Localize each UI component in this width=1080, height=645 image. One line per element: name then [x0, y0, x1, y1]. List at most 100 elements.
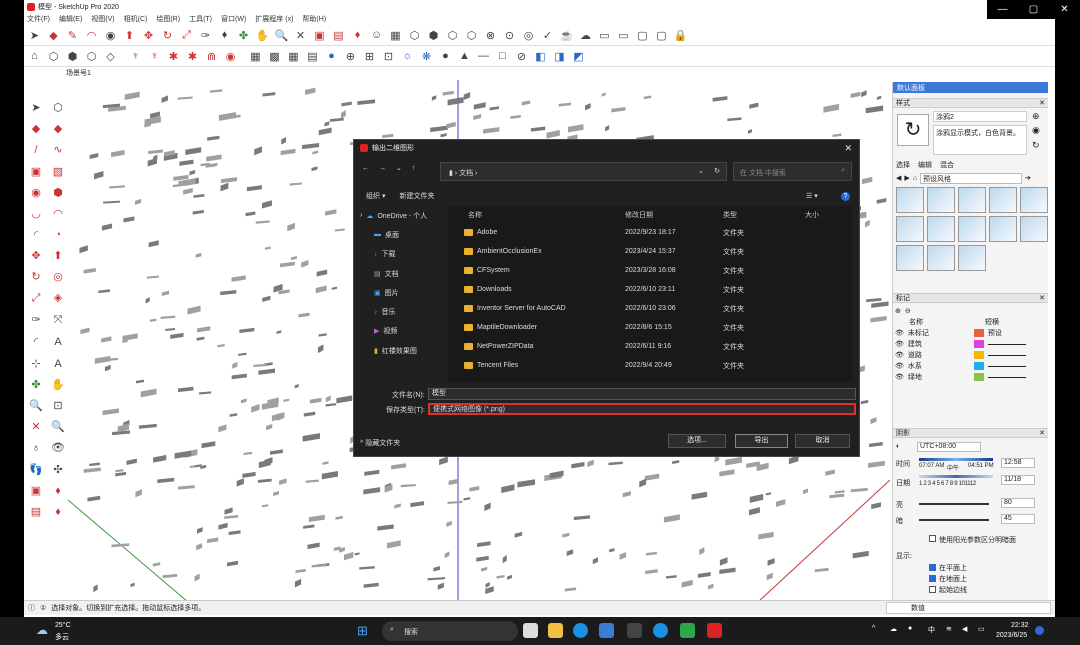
- pan-icon[interactable]: ✋: [254, 27, 271, 44]
- zoom-extents-icon[interactable]: ✕: [292, 27, 309, 44]
- view-options-icon[interactable]: ☰ ▾: [806, 192, 818, 200]
- from-edges-checkbox[interactable]: [929, 586, 936, 593]
- export-c-icon[interactable]: ◩: [570, 48, 587, 65]
- xray-icon[interactable]: ⊗: [482, 27, 499, 44]
- top-view-icon[interactable]: ⬢: [425, 27, 442, 44]
- clock-time[interactable]: 22:32: [1011, 622, 1029, 629]
- minimize-button[interactable]: —: [987, 0, 1018, 19]
- wifi-icon[interactable]: ≋: [946, 625, 952, 633]
- visibility-eye-icon[interactable]: 👁: [895, 329, 904, 337]
- search-input[interactable]: 在 文档 中搜索 ⌕: [733, 162, 852, 181]
- fog-icon[interactable]: ❋: [418, 48, 435, 65]
- add-tag-icon[interactable]: ⊕: [895, 307, 901, 315]
- sun-icon[interactable]: ☼: [399, 48, 416, 65]
- style-update-icon[interactable]: ◉: [1032, 125, 1040, 136]
- volume-icon[interactable]: ◀: [962, 625, 967, 633]
- zoom-tool-icon[interactable]: 🔍: [26, 396, 46, 415]
- style-thumb[interactable]: [989, 187, 1017, 213]
- nav-pictures[interactable]: ▣ 图片: [354, 283, 446, 302]
- tool-e-icon[interactable]: ⋒: [203, 48, 220, 65]
- weather-temp[interactable]: 25°C: [55, 622, 71, 629]
- edge-icon[interactable]: [573, 623, 588, 638]
- address-bar[interactable]: ▮ › 文档 › ⌄ ↻: [440, 162, 727, 181]
- style-name-field[interactable]: 涂鸦2: [933, 111, 1027, 122]
- rotrect-tool-icon[interactable]: ▧: [48, 162, 68, 181]
- menu-extensions[interactable]: 扩展程序 (x): [255, 14, 293, 24]
- weather-icon[interactable]: ☁: [36, 623, 48, 637]
- hidden-line-icon[interactable]: ◎: [520, 27, 537, 44]
- arc-tool-icon[interactable]: ◡: [26, 204, 46, 223]
- file-row[interactable]: Downloads 2022/6/10 23:11 文件夹: [448, 280, 852, 299]
- sun-shading-checkbox[interactable]: [929, 535, 936, 542]
- organize-button[interactable]: 组织 ▾: [366, 191, 385, 201]
- section-icon[interactable]: ◇: [102, 48, 119, 65]
- scale-tool-icon[interactable]: ⤢: [26, 289, 46, 308]
- circle-tool-icon[interactable]: ◉: [26, 183, 46, 202]
- tag-color-swatch[interactable]: [973, 350, 984, 359]
- prev-tool-icon[interactable]: 🔍: [48, 417, 68, 436]
- followme-tool-icon[interactable]: ◎: [48, 267, 68, 286]
- menu-draw[interactable]: 绘图(R): [156, 14, 180, 24]
- tape-icon[interactable]: ✑: [197, 27, 214, 44]
- orbit-tool-icon[interactable]: ✤: [26, 375, 46, 394]
- visibility-eye-icon[interactable]: 👁: [895, 362, 904, 370]
- pushpull-tool-icon[interactable]: ⬆: [48, 246, 68, 265]
- forward-icon[interactable]: ▶: [904, 174, 909, 182]
- grid-c-icon[interactable]: ▦: [285, 48, 302, 65]
- shadow-toggle-icon[interactable]: ◐: [896, 443, 900, 450]
- tag-row[interactable]: 👁 道路: [893, 349, 1048, 360]
- tag-color-swatch[interactable]: [973, 328, 984, 337]
- dark-slider[interactable]: [919, 519, 989, 521]
- zoom-icon[interactable]: 🔍: [273, 27, 290, 44]
- warehouse-tool-icon[interactable]: ▣: [26, 481, 46, 500]
- details-icon[interactable]: ➔: [1025, 174, 1031, 182]
- col-size-header[interactable]: 大小: [805, 210, 845, 220]
- menu-help[interactable]: 帮助(H): [302, 14, 326, 24]
- file-row[interactable]: Tencent Files 2022/9/4 20:49 文件夹: [448, 356, 852, 375]
- styles-header[interactable]: 样式 ✕: [893, 98, 1048, 108]
- dot-icon[interactable]: ●: [437, 48, 454, 65]
- check-icon[interactable]: ✓: [539, 27, 556, 44]
- freehand-tool-icon[interactable]: ∿: [48, 140, 68, 159]
- light-slider[interactable]: [919, 503, 989, 505]
- date-slider[interactable]: [919, 475, 993, 478]
- pie-tool-icon[interactable]: ◔: [48, 225, 68, 244]
- filename-input[interactable]: 模型: [428, 388, 856, 400]
- paint-tool-icon[interactable]: ◆: [26, 119, 46, 138]
- layout2-icon[interactable]: ▭: [615, 27, 632, 44]
- position-camera-icon[interactable]: ♁: [26, 439, 46, 458]
- export-a-icon[interactable]: ◧: [532, 48, 549, 65]
- file-row[interactable]: NetPowerZIPData 2022/6/11 9:16 文件夹: [448, 337, 852, 356]
- eraser-tool-icon[interactable]: ◆: [48, 119, 68, 138]
- dark-input[interactable]: 45: [1001, 514, 1035, 524]
- window-icon[interactable]: ▢: [634, 27, 651, 44]
- on-face-checkbox[interactable]: [929, 564, 936, 571]
- visibility-eye-icon[interactable]: 👁: [895, 351, 904, 359]
- hide-folders-toggle[interactable]: ^ 隐藏文件夹: [360, 438, 400, 448]
- tag-row[interactable]: 👁 绿地: [893, 371, 1048, 382]
- components-icon[interactable]: ▦: [387, 27, 404, 44]
- grid-b-icon[interactable]: ▩: [266, 48, 283, 65]
- cancel-button[interactable]: 取消: [795, 434, 850, 448]
- file-row[interactable]: CFSystem 2023/3/28 16:08 文件夹: [448, 261, 852, 280]
- menu-camera[interactable]: 相机(C): [124, 14, 148, 24]
- refresh-icon[interactable]: ↻: [714, 167, 720, 175]
- sketchup-taskbar-icon[interactable]: [707, 623, 722, 638]
- plugin-icon[interactable]: ●: [323, 48, 340, 65]
- menu-file[interactable]: 文件(F): [27, 14, 50, 24]
- tab-edit[interactable]: 编辑: [918, 160, 932, 171]
- browser-icon[interactable]: [653, 623, 668, 638]
- time-input[interactable]: 12:58: [1001, 458, 1035, 468]
- teapot-icon[interactable]: ☕: [558, 27, 575, 44]
- start-icon[interactable]: ⊞: [357, 623, 368, 639]
- clock-date[interactable]: 2023/6/25: [996, 632, 1027, 639]
- tag-row[interactable]: 👁 水系: [893, 360, 1048, 371]
- sandbox-icon[interactable]: ⌂: [26, 48, 43, 65]
- style-thumb[interactable]: [1020, 216, 1048, 242]
- user-icon[interactable]: ☺: [368, 27, 385, 44]
- line-icon[interactable]: —: [475, 48, 492, 65]
- style-thumb[interactable]: [896, 245, 924, 271]
- tag-color-swatch[interactable]: [973, 361, 984, 370]
- taskview-icon[interactable]: [523, 623, 538, 638]
- window2-icon[interactable]: ▢: [653, 27, 670, 44]
